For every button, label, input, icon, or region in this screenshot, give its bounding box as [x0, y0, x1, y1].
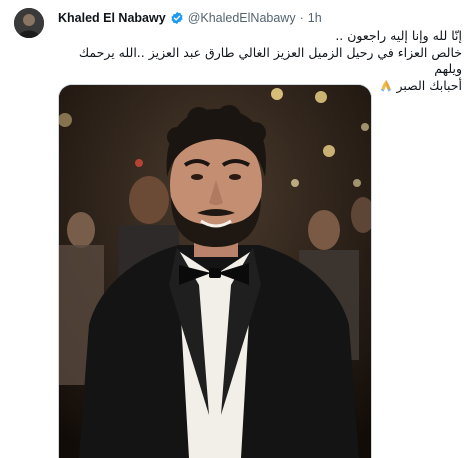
- tweet-photo[interactable]: [58, 84, 372, 458]
- tweet-text-line: خالص العزاء في رحيل الزميل العزيز الغالي…: [78, 44, 462, 77]
- tweet-header: Khaled El Nabawy @KhaledElNabawy · 1h: [58, 11, 322, 25]
- praying-hands-icon: [379, 78, 393, 97]
- tweet-text-line: أحبابك الصبر: [396, 77, 462, 93]
- author-name[interactable]: Khaled El Nabawy: [58, 11, 166, 25]
- header-separator: ·: [299, 11, 304, 25]
- author-handle[interactable]: @KhaledElNabawy: [188, 11, 296, 25]
- verified-badge-icon: [170, 11, 184, 25]
- tweet-timestamp[interactable]: 1h: [308, 11, 322, 25]
- tweet-text-line: إنّا لله وإنا إليه راجعون ..: [335, 28, 462, 43]
- author-avatar[interactable]: [14, 8, 44, 38]
- tweet-card[interactable]: Khaled El Nabawy @KhaledElNabawy · 1h إن…: [0, 0, 474, 458]
